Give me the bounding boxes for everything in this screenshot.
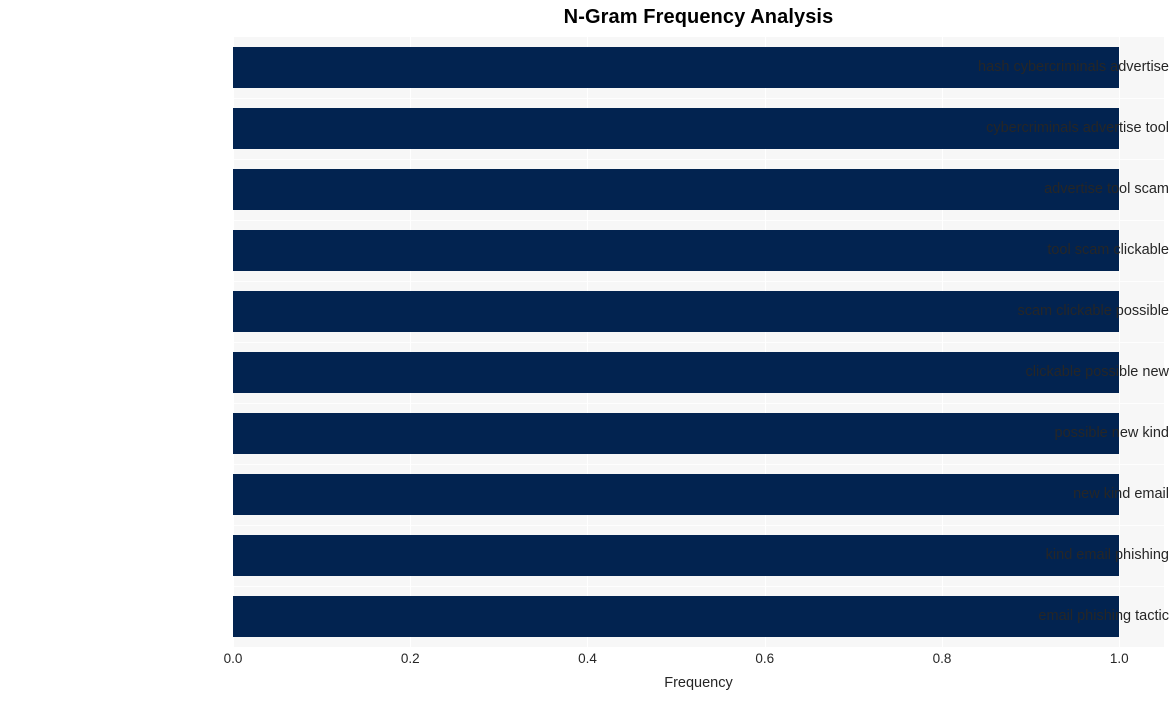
y-axis-tick-label: new kind email [1073, 485, 1169, 502]
y-gridline [233, 281, 1164, 282]
y-axis-tick-label: tool scam clickable [1047, 241, 1169, 258]
y-gridline [233, 98, 1164, 99]
y-axis-tick-label: hash cybercriminals advertise [978, 58, 1169, 75]
chart-figure: N-Gram Frequency Analysis hash cybercrim… [0, 0, 1174, 701]
y-axis-tick-label: cybercriminals advertise tool [986, 119, 1169, 136]
y-gridline [233, 342, 1164, 343]
y-gridline [233, 586, 1164, 587]
y-gridline [233, 525, 1164, 526]
y-gridline [233, 403, 1164, 404]
y-gridline [233, 220, 1164, 221]
y-axis-tick-label: possible new kind [1054, 424, 1169, 441]
y-axis-tick-label: clickable possible new [1025, 363, 1169, 380]
x-axis-tick-label: 0.6 [755, 651, 775, 666]
x-axis-tick-label: 1.0 [1109, 651, 1129, 666]
y-gridline [233, 159, 1164, 160]
x-axis-label: Frequency [664, 675, 733, 691]
x-axis-tick-label: 0.8 [932, 651, 952, 666]
chart-title: N-Gram Frequency Analysis [563, 6, 834, 28]
x-axis-tick-label: 0.2 [400, 651, 420, 666]
x-axis-tick-label: 0.4 [578, 651, 597, 666]
y-gridline [233, 464, 1164, 465]
y-axis-tick-label: kind email phishing [1045, 546, 1169, 563]
y-axis-tick-label: email phishing tactic [1038, 607, 1169, 624]
y-axis-tick-label: scam clickable possible [1017, 302, 1169, 319]
y-axis-tick-label: advertise tool scam [1044, 180, 1169, 197]
x-axis-tick-label: 0.0 [223, 651, 243, 666]
